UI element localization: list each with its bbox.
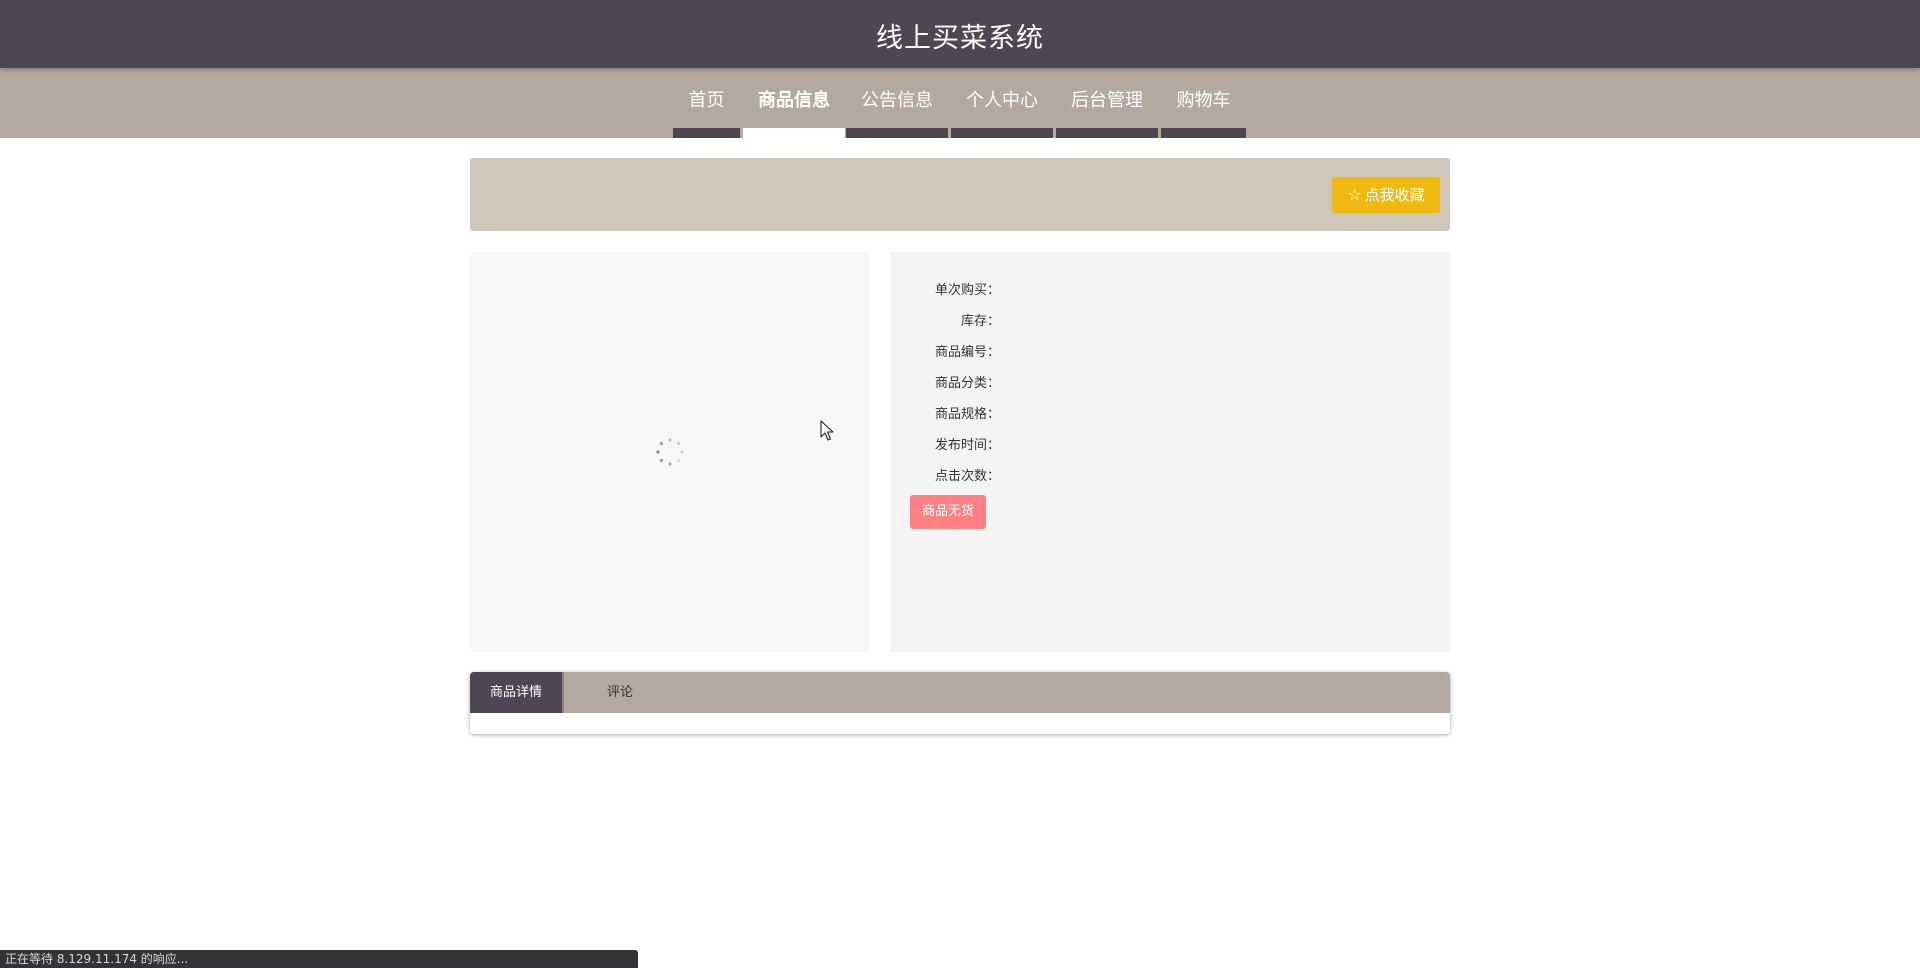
nav-item-underline — [951, 128, 1053, 138]
nav-item-underline — [673, 128, 740, 138]
product-id-label: 商品编号： — [934, 345, 1000, 360]
site-header: 线上买菜系统 — [0, 0, 1920, 68]
click-count-label: 点击次数： — [934, 469, 1000, 484]
star-icon: ☆ — [1347, 185, 1362, 204]
nav-item-admin[interactable]: 后台管理 — [1056, 68, 1158, 138]
nav-item-notices[interactable]: 公告信息 — [846, 68, 948, 138]
spec-label: 商品规格： — [934, 407, 1000, 422]
product-banner: ☆ 点我收藏 — [470, 158, 1450, 231]
nav-item-underline — [1056, 128, 1158, 138]
tab-comments[interactable]: 评论 — [580, 672, 660, 713]
purchase-limit-label: 单次购买： — [934, 283, 1000, 298]
detail-tabs: 商品详情 评论 — [470, 672, 1450, 734]
loading-spinner-icon — [656, 438, 684, 466]
nav-item-products[interactable]: 商品信息 — [743, 68, 845, 138]
site-title: 线上买菜系统 — [876, 23, 1044, 54]
nav-item-label: 商品信息 — [758, 90, 830, 111]
nav-item-label: 首页 — [688, 90, 725, 111]
nav-item-profile[interactable]: 个人中心 — [951, 68, 1053, 138]
tabs-bar: 商品详情 评论 — [470, 672, 1450, 713]
product-info-panel: 单次购买： 库存： 商品编号： 商品分类： 商品规格： 发布时间： 点击次数： … — [890, 252, 1450, 652]
nav-item-underline — [743, 128, 845, 138]
main-nav: 首页 商品信息 公告信息 个人中心 后台管理 购物车 — [0, 68, 1920, 138]
mouse-cursor-icon — [820, 420, 834, 441]
nav-item-underline — [1161, 128, 1246, 138]
nav-item-label: 后台管理 — [1071, 90, 1143, 111]
browser-status-bar: 正在等待 8.129.11.174 的响应... — [0, 950, 638, 968]
favorite-button-label: 点我收藏 — [1364, 186, 1425, 204]
nav-item-home[interactable]: 首页 — [673, 68, 740, 138]
product-image-panel — [470, 252, 870, 652]
favorite-button[interactable]: ☆ 点我收藏 — [1332, 177, 1440, 213]
nav-item-cart[interactable]: 购物车 — [1161, 68, 1246, 138]
nav-item-label: 个人中心 — [966, 90, 1038, 111]
sold-out-button[interactable]: 商品无货 — [910, 495, 986, 529]
nav-item-label: 公告信息 — [861, 90, 933, 111]
nav-item-underline — [846, 128, 948, 138]
nav-item-label: 购物车 — [1176, 90, 1231, 111]
category-label: 商品分类： — [934, 376, 1000, 391]
tab-product-details[interactable]: 商品详情 — [470, 672, 564, 713]
publish-time-label: 发布时间： — [934, 438, 1000, 453]
stock-label: 库存： — [960, 314, 1000, 329]
